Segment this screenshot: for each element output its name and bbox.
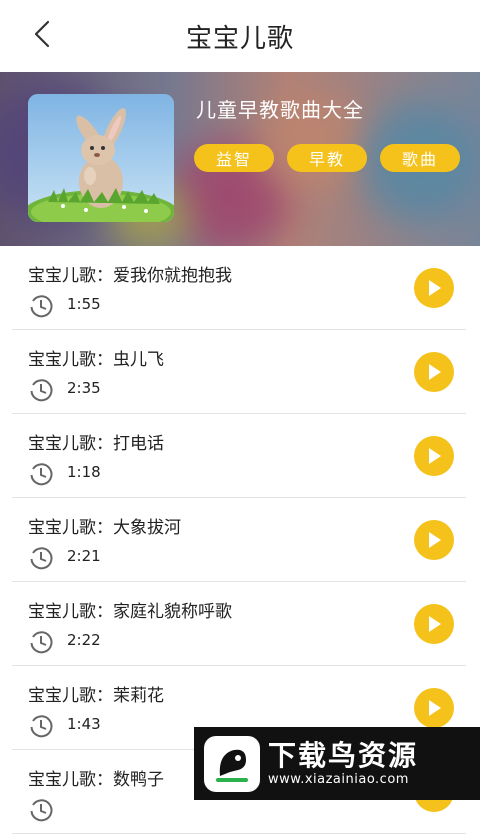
play-icon xyxy=(429,280,441,296)
top-bar: 宝宝儿歌 xyxy=(0,0,480,72)
song-row[interactable]: 宝宝儿歌：爱我你就抱抱我 1:55 xyxy=(12,246,466,330)
song-title: 宝宝儿歌：打电话 xyxy=(28,434,164,454)
play-button[interactable] xyxy=(414,688,454,728)
song-title: 宝宝儿歌：爱我你就抱抱我 xyxy=(28,266,232,286)
bird-logo-icon xyxy=(204,735,260,792)
clock-icon xyxy=(30,631,53,654)
song-row[interactable]: 宝宝儿歌：打电话 1:18 xyxy=(12,414,466,498)
play-icon xyxy=(429,616,441,632)
song-title: 宝宝儿歌：家庭礼貌称呼歌 xyxy=(28,602,232,622)
tag-chip[interactable]: 益智 xyxy=(194,144,274,172)
album-cover-image[interactable] xyxy=(28,94,174,222)
clock-icon xyxy=(30,295,53,318)
play-button[interactable] xyxy=(414,436,454,476)
song-duration: 2:22 xyxy=(67,631,101,649)
song-row[interactable]: 宝宝儿歌：虫儿飞 2:35 xyxy=(12,330,466,414)
song-duration: 1:55 xyxy=(67,295,101,313)
song-duration: 2:35 xyxy=(67,379,101,397)
song-row[interactable]: 宝宝儿歌：大象拔河 2:21 xyxy=(12,498,466,582)
song-duration: 1:18 xyxy=(67,463,101,481)
play-button[interactable] xyxy=(414,268,454,308)
watermark-url: www.xiazainiao.com xyxy=(268,772,409,787)
tag-chip[interactable]: 早教 xyxy=(287,144,367,172)
clock-icon xyxy=(30,799,53,822)
play-icon xyxy=(429,532,441,548)
watermark-banner: 下载鸟资源 www.xiazainiao.com xyxy=(194,727,480,800)
clock-icon xyxy=(30,463,53,486)
song-duration: 1:43 xyxy=(67,715,101,733)
play-icon xyxy=(429,448,441,464)
clock-icon xyxy=(30,715,53,738)
song-title: 宝宝儿歌：虫儿飞 xyxy=(28,350,164,370)
tag-list: 益智 早教 歌曲 xyxy=(194,144,460,172)
play-button[interactable] xyxy=(414,604,454,644)
page-title: 宝宝儿歌 xyxy=(185,23,294,54)
song-duration: 2:21 xyxy=(67,547,101,565)
play-button[interactable] xyxy=(414,352,454,392)
album-banner: 儿童早教歌曲大全 益智 早教 歌曲 xyxy=(0,72,480,246)
play-icon xyxy=(429,700,441,716)
song-title: 宝宝儿歌：茉莉花 xyxy=(28,686,164,706)
chevron-left-icon xyxy=(34,20,50,48)
clock-icon xyxy=(30,379,53,402)
song-row[interactable]: 宝宝儿歌：家庭礼貌称呼歌 2:22 xyxy=(12,582,466,666)
watermark-title: 下载鸟资源 xyxy=(268,739,419,772)
play-button[interactable] xyxy=(414,520,454,560)
clock-icon xyxy=(30,547,53,570)
album-title: 儿童早教歌曲大全 xyxy=(196,98,364,122)
back-button[interactable] xyxy=(22,14,62,54)
tag-chip[interactable]: 歌曲 xyxy=(380,144,460,172)
song-title: 宝宝儿歌：大象拔河 xyxy=(28,518,181,538)
song-title: 宝宝儿歌：数鸭子 xyxy=(28,770,164,790)
play-icon xyxy=(429,364,441,380)
